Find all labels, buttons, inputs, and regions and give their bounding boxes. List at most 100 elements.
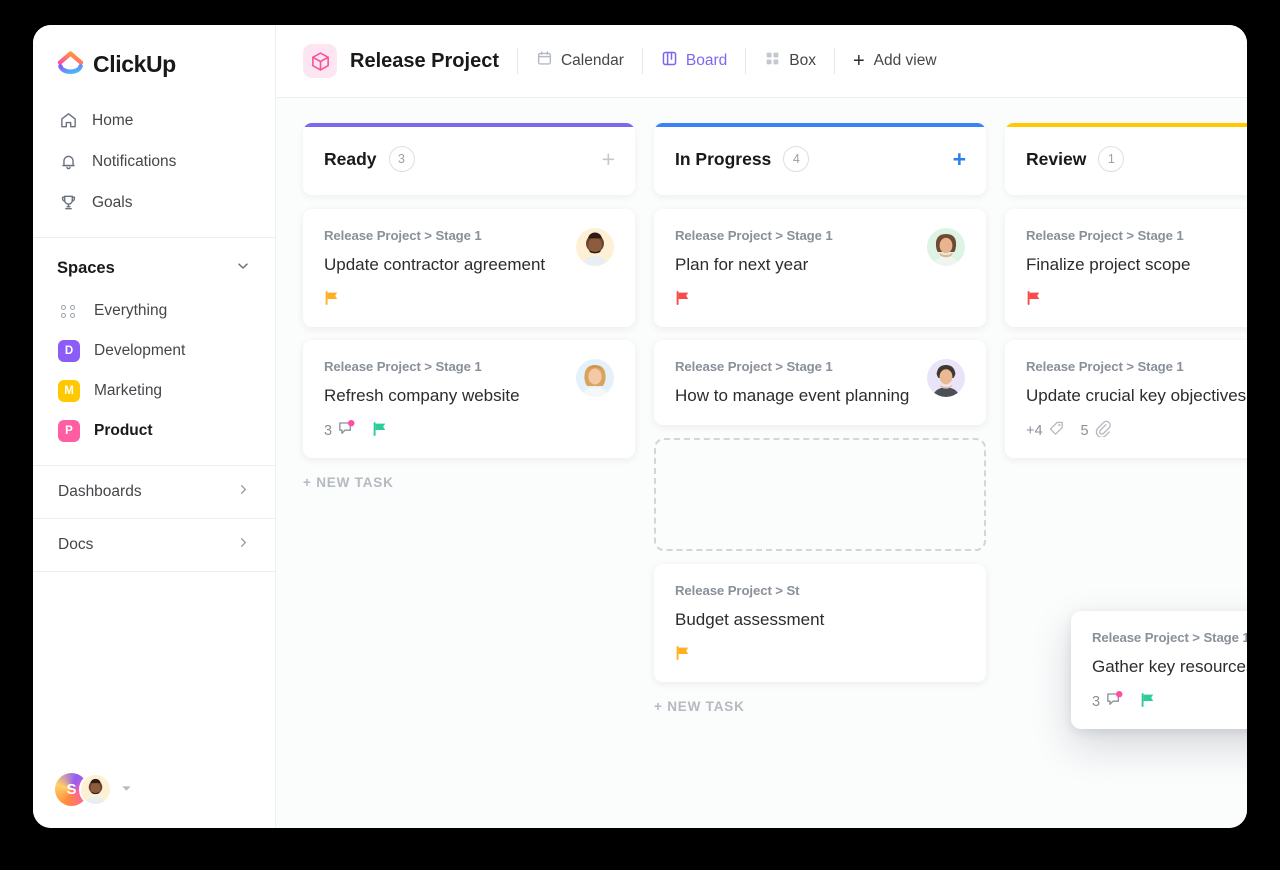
paperclip-icon [1094, 420, 1111, 442]
space-badge: P [58, 420, 80, 442]
task-card[interactable]: Release Project > Stage 1 Plan for next … [654, 209, 986, 327]
priority-flag-icon[interactable] [372, 421, 388, 442]
tag-icon [1048, 420, 1065, 442]
chevron-right-icon [236, 482, 251, 502]
caret-down-icon[interactable] [121, 781, 132, 799]
spaces-title: Spaces [57, 259, 115, 277]
avatar[interactable] [79, 773, 112, 806]
column-count-badge: 1 [1098, 146, 1125, 172]
column-header[interactable]: Review 1 [1005, 123, 1247, 195]
card-meta [675, 290, 965, 311]
avatar[interactable] [927, 228, 965, 266]
space-label: Marketing [94, 382, 163, 399]
column-header[interactable]: In Progress 4 + [654, 123, 986, 195]
task-title: Gather key resources [1092, 657, 1247, 676]
comment-count[interactable]: 3 [1092, 690, 1124, 714]
card-meta: +4 5 [1026, 420, 1247, 442]
board-column-in-progress: In Progress 4 + Release Project > Stage … [654, 123, 986, 828]
add-task-plus-icon[interactable]: + [953, 147, 966, 171]
priority-flag-icon[interactable] [675, 290, 691, 311]
avatar[interactable] [576, 358, 614, 397]
attachment-count[interactable]: 5 [1081, 420, 1111, 442]
page-title: Release Project [350, 49, 499, 72]
column-header[interactable]: Ready 3 + [303, 123, 635, 195]
sidebar-item-dashboards[interactable]: Dashboards [33, 466, 275, 518]
chevron-down-icon[interactable] [235, 258, 251, 279]
comment-bubble-icon [337, 419, 356, 443]
priority-flag-icon[interactable] [324, 290, 340, 311]
card-meta [675, 645, 965, 666]
tab-label: Board [685, 52, 728, 69]
sidebar-item-label: Dashboards [58, 483, 142, 500]
clickup-logo-icon [57, 51, 84, 78]
task-card[interactable]: Release Project > Stage 1 Refresh compan… [303, 339, 635, 458]
task-card[interactable]: Release Project > Stage 1 How to manage … [654, 339, 986, 425]
task-card[interactable]: Release Project > Stage 1 Update crucial… [1005, 339, 1247, 458]
space-label: Everything [94, 302, 168, 319]
task-card[interactable]: Release Project > Stage 1 Update contrac… [303, 209, 635, 327]
task-title: Plan for next year [675, 255, 809, 274]
column-count-badge: 3 [388, 146, 415, 172]
tab-board[interactable]: Board [643, 50, 745, 72]
box-grid-icon [764, 50, 781, 72]
sidebar-item-product[interactable]: P Product [33, 411, 275, 451]
spaces-header[interactable]: Spaces [33, 238, 275, 291]
card-list: Release Project > Stage 1 Update contrac… [303, 209, 635, 458]
board-column-ready: Ready 3 + Release Project > Stage 1 Upda… [303, 123, 635, 828]
sidebar-item-notifications[interactable]: Notifications [33, 141, 275, 182]
sidebar-item-everything[interactable]: Everything [33, 291, 275, 331]
priority-flag-icon[interactable] [1140, 692, 1156, 713]
task-title: Update contractor agreement [324, 255, 546, 274]
sidebar: ClickUp Home Notifications Goals Spaces … [33, 25, 276, 828]
divider [33, 571, 275, 572]
sidebar-item-goals[interactable]: Goals [33, 182, 275, 223]
sidebar-item-development[interactable]: D Development [33, 331, 275, 371]
column-count-badge: 4 [783, 146, 810, 172]
tag-count[interactable]: +4 [1026, 420, 1065, 442]
breadcrumb: Release Project > Stage 1 [1026, 358, 1184, 374]
column-accent-bar [654, 123, 986, 127]
breadcrumb: Release Project > St [675, 582, 800, 598]
priority-flag-icon[interactable] [675, 645, 691, 666]
tab-box[interactable]: Box [746, 50, 834, 72]
comment-count-value: 3 [1092, 694, 1101, 711]
cube-icon [303, 44, 337, 78]
new-task-button[interactable]: + NEW TASK [654, 699, 986, 714]
breadcrumb: Release Project > Stage 1 [324, 228, 482, 243]
avatar[interactable] [576, 228, 614, 266]
card-drop-placeholder[interactable] [654, 437, 986, 551]
sidebar-item-marketing[interactable]: M Marketing [33, 371, 275, 411]
priority-flag-icon[interactable] [1026, 290, 1042, 311]
task-title: Update crucial key objectives [1026, 385, 1247, 405]
sidebar-item-label: Notifications [92, 152, 177, 170]
task-card[interactable]: Release Project > Stage 1 Finalize proje… [1005, 209, 1247, 327]
home-icon [58, 111, 78, 131]
card-meta: 3 [1092, 690, 1247, 714]
sidebar-footer: S [33, 773, 132, 806]
kanban-board: Ready 3 + Release Project > Stage 1 Upda… [276, 98, 1247, 828]
new-task-button[interactable]: + NEW TASK [303, 475, 635, 490]
sidebar-item-docs[interactable]: Docs [33, 519, 275, 571]
add-task-plus-icon[interactable]: + [602, 147, 615, 171]
app-window: ClickUp Home Notifications Goals Spaces … [33, 25, 1247, 828]
column-accent-bar [1005, 123, 1247, 127]
task-card[interactable]: Release Project > St Budget assessment [654, 563, 986, 682]
comment-count[interactable]: 3 [324, 419, 356, 443]
task-title: Finalize project scope [1026, 255, 1191, 274]
card-list: Release Project > Stage 1 Plan for next … [654, 209, 986, 682]
comment-bubble-icon [1105, 690, 1124, 714]
add-view-button[interactable]: + Add view [835, 51, 955, 71]
sidebar-item-home[interactable]: Home [33, 100, 275, 141]
space-label: Product [94, 422, 153, 439]
tab-calendar[interactable]: Calendar [518, 50, 642, 72]
column-name: Review [1026, 148, 1087, 169]
brand-logo[interactable]: ClickUp [33, 25, 275, 100]
add-view-label: Add view [873, 52, 937, 69]
bell-icon [58, 152, 78, 172]
dragging-task-card[interactable]: Release Project > Stage 1 Gather key res… [1071, 611, 1247, 729]
card-list: Release Project > Stage 1 Finalize proje… [1005, 209, 1247, 458]
sidebar-item-label: Goals [92, 193, 133, 211]
avatar[interactable] [927, 358, 965, 397]
breadcrumb: Release Project > Stage 1 [324, 358, 482, 374]
sidebar-item-label: Home [92, 111, 134, 129]
